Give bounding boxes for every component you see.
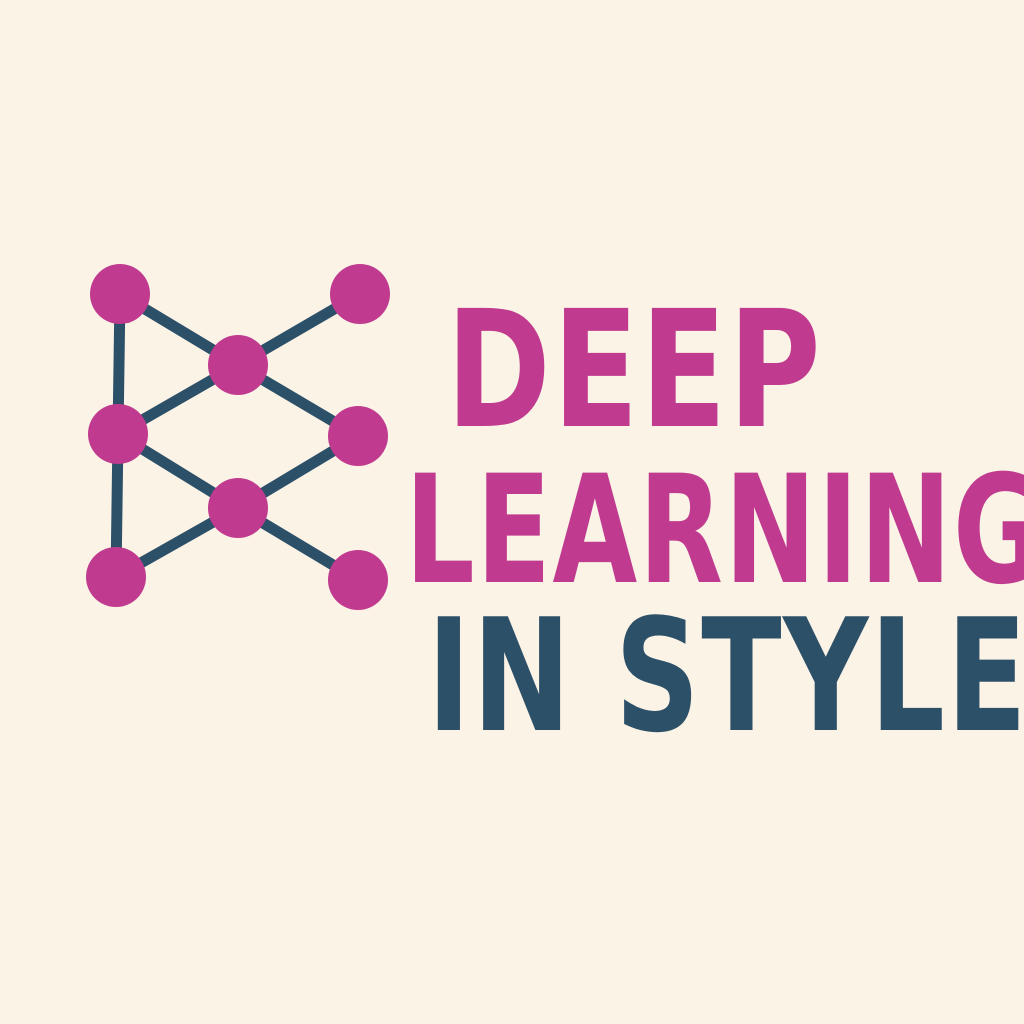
node xyxy=(86,547,146,607)
logo-line-learning: LEARNING xyxy=(405,444,1024,618)
node xyxy=(330,264,390,324)
network-nodes xyxy=(86,264,390,610)
node xyxy=(208,335,268,395)
node xyxy=(90,264,150,324)
node xyxy=(328,406,388,466)
neural-network-icon xyxy=(86,264,390,610)
logo-line-in-style: IN STYLE xyxy=(427,585,1024,767)
node xyxy=(328,550,388,610)
logo-line-deep: DEEP xyxy=(446,277,823,465)
node xyxy=(208,478,268,538)
logo: DEEP LEARNING IN STYLE xyxy=(0,0,1024,1024)
node xyxy=(88,404,148,464)
